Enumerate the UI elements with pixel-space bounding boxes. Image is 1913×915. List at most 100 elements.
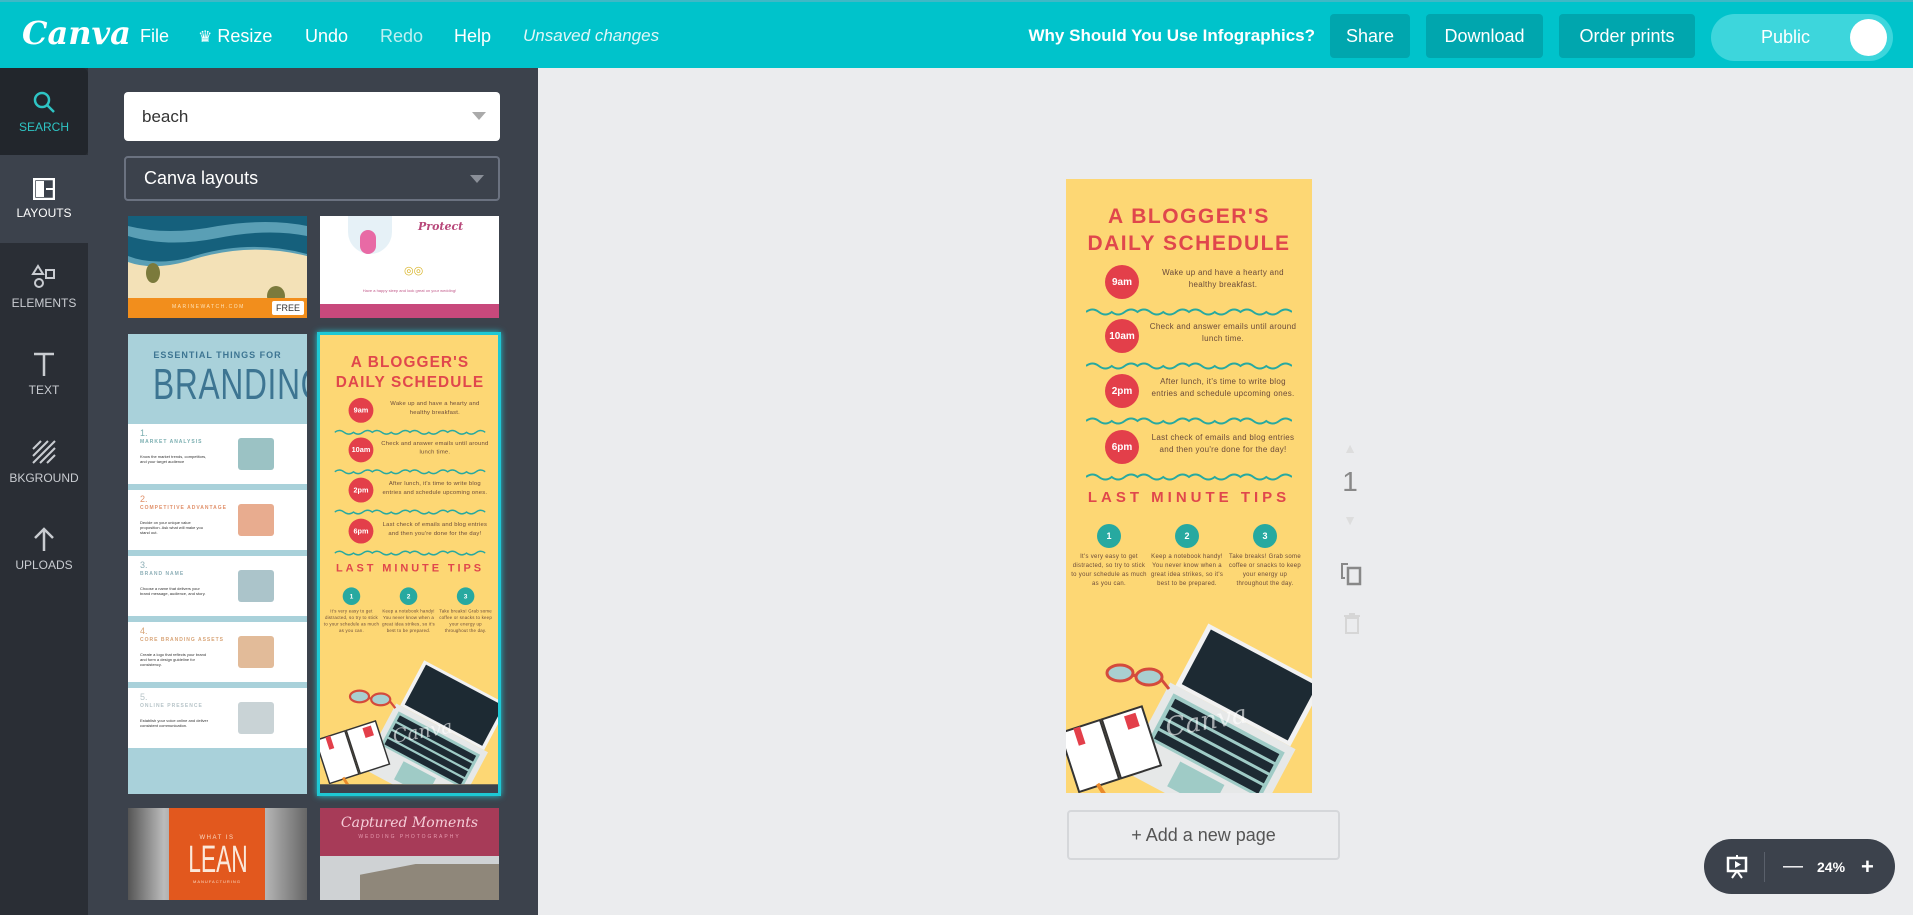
- divider: [1764, 851, 1765, 882]
- time-badge: 9am: [1105, 265, 1139, 299]
- help-menu[interactable]: Help: [454, 26, 491, 47]
- wave-divider: [334, 509, 486, 515]
- beach-site-text: MARINEWATCH.COM: [172, 304, 245, 310]
- rail-item-elements[interactable]: ELEMENTS: [0, 243, 88, 331]
- public-toggle[interactable]: Public: [1711, 14, 1893, 61]
- shapes-icon: [31, 264, 55, 288]
- branding-item: 5. ONLINE PRESENCE Establish your voice …: [128, 686, 307, 748]
- wedding-title: Captured Moments: [340, 815, 479, 831]
- time-badge: 9am: [348, 397, 374, 423]
- layout-thumb-branding[interactable]: ESSENTIAL THINGS FOR BRANDING 1. MARKET …: [128, 334, 307, 794]
- rail-item-uploads[interactable]: UPLOADS: [0, 505, 88, 593]
- thumbnail-design-preview: A BLOGGER'S DAILY SCHEDULE 9am Wake up a…: [320, 335, 498, 785]
- wave-divider: [334, 429, 486, 435]
- tip-text: Take breaks! Grab some coffee or snacks …: [439, 609, 492, 634]
- leaf-logo-icon: [238, 636, 274, 668]
- lean-title: LEAN: [188, 839, 248, 881]
- chevron-down-icon: [470, 175, 484, 183]
- share-button[interactable]: Share: [1330, 14, 1410, 58]
- item-text: Choose a name that delivers your brand m…: [140, 586, 206, 596]
- woman-illustration: [360, 230, 376, 254]
- layouts-icon: [33, 178, 55, 200]
- pink-band: [320, 304, 499, 318]
- rail-item-background[interactable]: BKGROUND: [0, 418, 88, 506]
- tips-heading: LAST MINUTE TIPS: [1087, 489, 1291, 506]
- layout-filter-dropdown[interactable]: Canva layouts: [124, 156, 500, 201]
- present-icon[interactable]: [1726, 854, 1748, 879]
- schedule-text: After lunch, it's time to write blog ent…: [1151, 377, 1295, 398]
- glasses-illustration: [348, 689, 397, 709]
- layouts-panel: beach Canva layouts MARINEWATCH.COM FREE…: [88, 68, 538, 915]
- background-icon: [32, 440, 56, 464]
- redo-button[interactable]: Redo: [380, 26, 423, 47]
- rail-label: TEXT: [28, 383, 60, 397]
- schedule-text: Check and answer emails until around lun…: [1149, 322, 1297, 343]
- rail-label: BKGROUND: [9, 471, 79, 485]
- resize-button[interactable]: ♛ Resize: [198, 26, 272, 47]
- desk-illustration: Canva: [320, 660, 498, 785]
- layout-thumb-lean[interactable]: WHAT IS LEAN MANUFACTURING: [128, 808, 307, 900]
- wedding-header: Captured Moments WEDDING PHOTOGRAPHY: [320, 808, 499, 856]
- item-heading: BRAND NAME: [140, 571, 185, 577]
- order-prints-button[interactable]: Order prints: [1559, 14, 1695, 58]
- page-number: 1: [1342, 466, 1358, 497]
- item-text: Establish your voice online and deliver …: [140, 718, 209, 728]
- rail-label: ELEMENTS: [11, 296, 77, 310]
- schedule-text: After lunch, it's time to write blog ent…: [382, 479, 488, 496]
- tip-text: Keep a notebook handy! You never know wh…: [1150, 554, 1224, 587]
- glasses-illustration: [1105, 663, 1171, 690]
- branding-item: 2. COMPETITIVE ADVANTAGE Decide on your …: [128, 488, 307, 550]
- branding-item: 3. BRAND NAME Choose a name that deliver…: [128, 554, 307, 616]
- tip-number: 2: [1175, 524, 1199, 548]
- desk-illustration: Canva: [1066, 623, 1312, 793]
- branding-kicker: ESSENTIAL THINGS FOR: [153, 350, 282, 360]
- file-menu[interactable]: File: [140, 26, 169, 47]
- download-button[interactable]: Download: [1426, 14, 1543, 58]
- time-badge: 6pm: [348, 518, 374, 544]
- tip-number: 2: [399, 587, 418, 605]
- tips-heading: LAST MINUTE TIPS: [335, 561, 485, 575]
- delete-page-icon[interactable]: [1343, 612, 1361, 634]
- search-input[interactable]: beach: [124, 92, 500, 141]
- tip-number: 1: [342, 587, 361, 605]
- tip-number: 1: [1097, 524, 1121, 548]
- rail-label: SEARCH: [18, 120, 69, 134]
- layout-thumb-beach[interactable]: MARINEWATCH.COM FREE: [128, 216, 307, 318]
- canva-logo[interactable]: Canva: [22, 14, 131, 52]
- layout-thumb-blogger-selected[interactable]: A BLOGGER'S DAILY SCHEDULE 9am Wake up a…: [317, 332, 501, 796]
- design-page[interactable]: A BLOGGER'S DAILY SCHEDULE 9am Wake up a…: [1066, 179, 1312, 793]
- item-text: Decide on your unique value proposition.…: [140, 520, 203, 535]
- design-title[interactable]: Why Should You Use Infographics?: [1015, 26, 1316, 46]
- move-page-down-icon[interactable]: ▼: [1338, 512, 1362, 528]
- protect-title: Protect: [418, 220, 464, 233]
- tip-number: 3: [456, 587, 475, 605]
- item-text: Create a logo that reflects your brand a…: [140, 652, 207, 667]
- branding-title: BRANDING: [153, 360, 307, 409]
- zoom-out-button[interactable]: —: [1783, 855, 1803, 878]
- move-page-up-icon[interactable]: ▲: [1338, 440, 1362, 456]
- rail-item-layouts[interactable]: LAYOUTS: [0, 155, 88, 243]
- title-line-2: DAILY SCHEDULE: [335, 373, 485, 391]
- zoom-in-button[interactable]: +: [1861, 854, 1874, 880]
- layout-thumb-wedding[interactable]: Captured Moments WEDDING PHOTOGRAPHY: [320, 808, 499, 900]
- side-rail: SEARCH LAYOUTS ELEMENTS TEXT BKGROUND UP…: [0, 68, 88, 915]
- protect-caption: Have a happy sleep and look great on you…: [362, 288, 457, 293]
- infographic-title: A BLOGGER'S DAILY SCHEDULE: [320, 353, 498, 393]
- chevron-down-icon[interactable]: [472, 112, 486, 120]
- wave-divider: [1086, 308, 1292, 316]
- social-icons: [238, 702, 274, 734]
- undo-button[interactable]: Undo: [305, 26, 348, 47]
- zoom-level: 24%: [1817, 858, 1846, 875]
- lean-block: WHAT IS LEAN MANUFACTURING: [169, 808, 265, 900]
- crown-icon: ♛: [198, 29, 213, 46]
- time-badge: 2pm: [1105, 374, 1139, 408]
- tip-text: It's very easy to get distracted, so try…: [323, 609, 380, 634]
- rail-item-text[interactable]: TEXT: [0, 330, 88, 418]
- title-line-2: DAILY SCHEDULE: [1087, 232, 1291, 255]
- rail-item-search[interactable]: SEARCH: [0, 68, 88, 156]
- add-new-page-button[interactable]: + Add a new page: [1067, 810, 1340, 860]
- schedule-text: Wake up and have a hearty and healthy br…: [1162, 268, 1284, 289]
- layout-thumb-protect[interactable]: Protect ◎◎ Have a happy sleep and look g…: [320, 216, 499, 318]
- branding-footer: [128, 768, 307, 794]
- duplicate-page-icon[interactable]: [1340, 560, 1364, 586]
